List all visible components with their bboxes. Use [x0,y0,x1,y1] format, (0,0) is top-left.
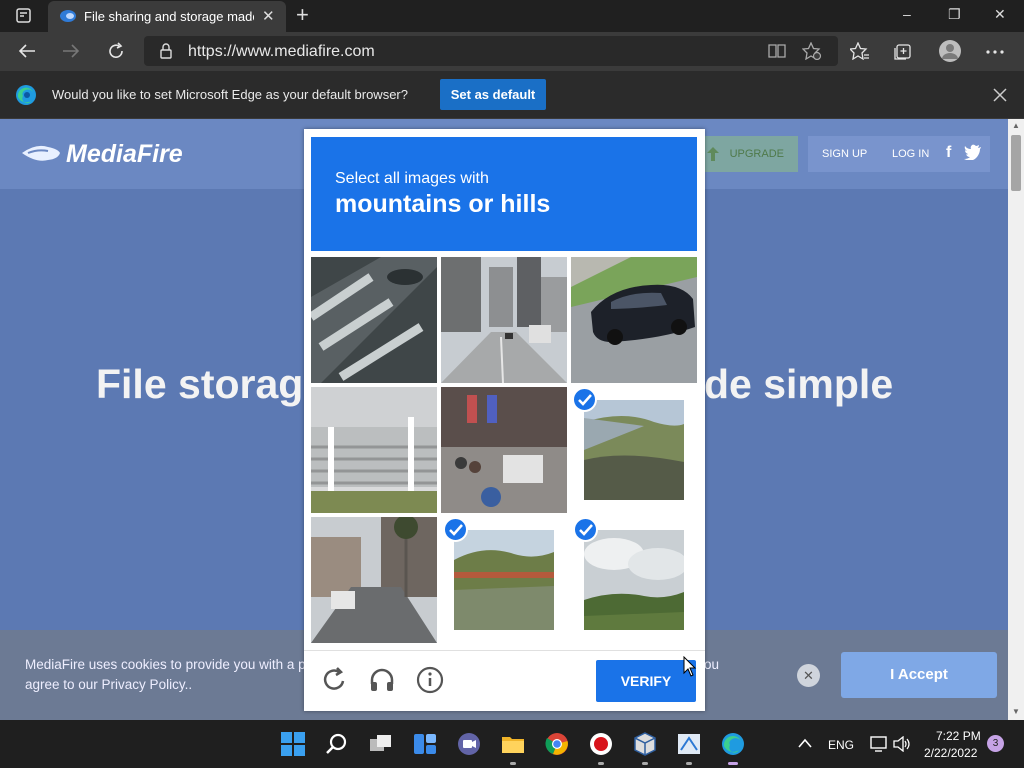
clock-time[interactable]: 7:22 PM [936,729,981,743]
url-text[interactable]: https://www.mediafire.com [188,43,375,61]
notification-badge[interactable]: 3 [987,735,1004,752]
running-indicator [510,762,516,765]
virtualbox-icon[interactable] [633,732,657,756]
infobar-close-icon[interactable] [993,88,1007,102]
captcha-tile-road-hills[interactable] [454,530,554,630]
edge-taskbar-icon[interactable] [721,732,745,756]
profile-avatar-icon[interactable] [938,39,962,63]
infobar-message: Would you like to set Microsoft Edge as … [52,87,408,102]
clock-date[interactable]: 2/22/2022 [924,746,977,760]
active-tab[interactable]: File sharing and storage made si ✕ [48,1,286,32]
captcha-tile-city-street[interactable] [441,257,567,383]
teams-chat-icon[interactable] [457,732,481,756]
hero-headline: File storag [96,361,304,407]
back-arrow-icon[interactable] [18,43,36,59]
set-as-default-button[interactable]: Set as default [440,79,546,110]
reader-view-icon[interactable] [768,43,786,59]
refresh-icon[interactable] [107,42,125,60]
tab-actions-icon[interactable] [16,8,32,24]
sign-up-link[interactable]: SIGN UP [822,148,867,160]
running-indicator [642,762,648,765]
captcha-tile-cloudy-hills[interactable] [584,530,684,630]
lock-icon[interactable] [160,43,172,59]
volume-icon[interactable] [893,736,911,752]
restore-button[interactable]: ❐ [948,6,961,23]
upgrade-icon [707,147,719,161]
captcha-divider [304,650,705,651]
tab-close-icon[interactable]: ✕ [262,7,275,25]
new-tab-button[interactable]: + [296,4,309,26]
account-links: SIGN UP LOG IN f [808,136,990,172]
captcha-tile-crosswalk[interactable] [311,257,437,383]
tile-selected-check-icon [572,387,597,412]
twitter-icon[interactable] [964,144,982,160]
upgrade-button[interactable]: UPGRADE [700,136,798,172]
start-windows-icon[interactable] [281,732,305,756]
browser-tab-bar: File sharing and storage made si ✕ + – ❐… [0,0,1024,32]
mediafire-logo[interactable]: MediaFire [66,140,183,169]
captcha-prompt: Select all images with mountains or hill… [311,137,697,251]
show-hidden-icons-chevron-icon[interactable] [798,738,812,748]
active-app-indicator [728,762,738,765]
windows-taskbar: ENG 7:22 PM 2/22/2022 3 [0,720,1024,768]
upgrade-label: UPGRADE [729,148,784,160]
mediafire-favicon-icon [60,10,76,22]
scroll-up-icon[interactable]: ▲ [1012,121,1020,130]
verify-button[interactable]: VERIFY [596,660,696,702]
forward-arrow-icon[interactable] [62,43,80,59]
running-indicator [598,762,604,765]
address-bar[interactable]: https://www.mediafire.com [144,36,838,66]
info-icon[interactable] [416,666,444,694]
widgets-icon[interactable] [413,732,437,756]
add-favorite-icon[interactable] [802,42,822,60]
task-view-icon[interactable] [369,732,393,756]
mediafire-flame-icon [22,145,60,161]
captcha-tile-busy-street[interactable] [441,387,567,513]
default-browser-infobar: Would you like to set Microsoft Edge as … [0,71,1024,119]
scroll-thumb[interactable] [1011,135,1021,191]
language-indicator[interactable]: ENG [828,738,854,752]
tile-selected-check-icon [443,517,468,542]
audio-challenge-icon[interactable] [368,666,396,694]
cookie-privacy-link[interactable]: agree to our Privacy Policy.. [25,677,192,692]
log-in-link[interactable]: LOG IN [892,148,929,160]
close-window-button[interactable]: ✕ [994,6,1006,23]
captcha-instruction: Select all images with [335,170,489,187]
tab-title: File sharing and storage made si [84,9,254,24]
facebook-icon[interactable]: f [946,144,951,162]
network-icon[interactable] [870,736,888,752]
captcha-tile-palm-street[interactable] [311,517,437,643]
cookie-close-button[interactable]: ✕ [797,664,820,687]
cookie-text-tail: ou [704,657,720,672]
captcha-tile-parked-car[interactable] [571,257,697,383]
hero-headline-tail: de simple [704,361,894,407]
mouse-cursor-icon [683,656,697,677]
edge-logo-icon [16,85,36,105]
favorites-icon[interactable] [850,42,870,60]
tile-selected-check-icon [573,517,598,542]
search-icon[interactable] [325,732,349,756]
file-explorer-icon[interactable] [501,732,525,756]
chrome-icon[interactable] [545,732,569,756]
address-toolbar: https://www.mediafire.com [0,32,1024,71]
refresh-challenge-icon[interactable] [321,666,349,694]
cookie-text: MediaFire uses cookies to provide you wi… [25,657,306,672]
running-indicator [686,762,692,765]
captcha-tile-stairs[interactable] [311,387,437,513]
captcha-tile-hillside[interactable] [584,400,684,500]
captcha-challenge: Select all images with mountains or hill… [304,129,705,711]
collections-icon[interactable] [894,42,914,60]
record-icon[interactable] [589,732,613,756]
accept-cookies-button[interactable]: I Accept [841,652,997,698]
page-scrollbar[interactable]: ▲ ▼ [1008,119,1024,720]
scroll-down-icon[interactable]: ▼ [1012,707,1020,716]
snipping-tool-icon[interactable] [677,732,701,756]
captcha-target: mountains or hills [335,190,551,218]
settings-more-icon[interactable] [986,49,1004,55]
minimize-button[interactable]: – [903,6,911,22]
